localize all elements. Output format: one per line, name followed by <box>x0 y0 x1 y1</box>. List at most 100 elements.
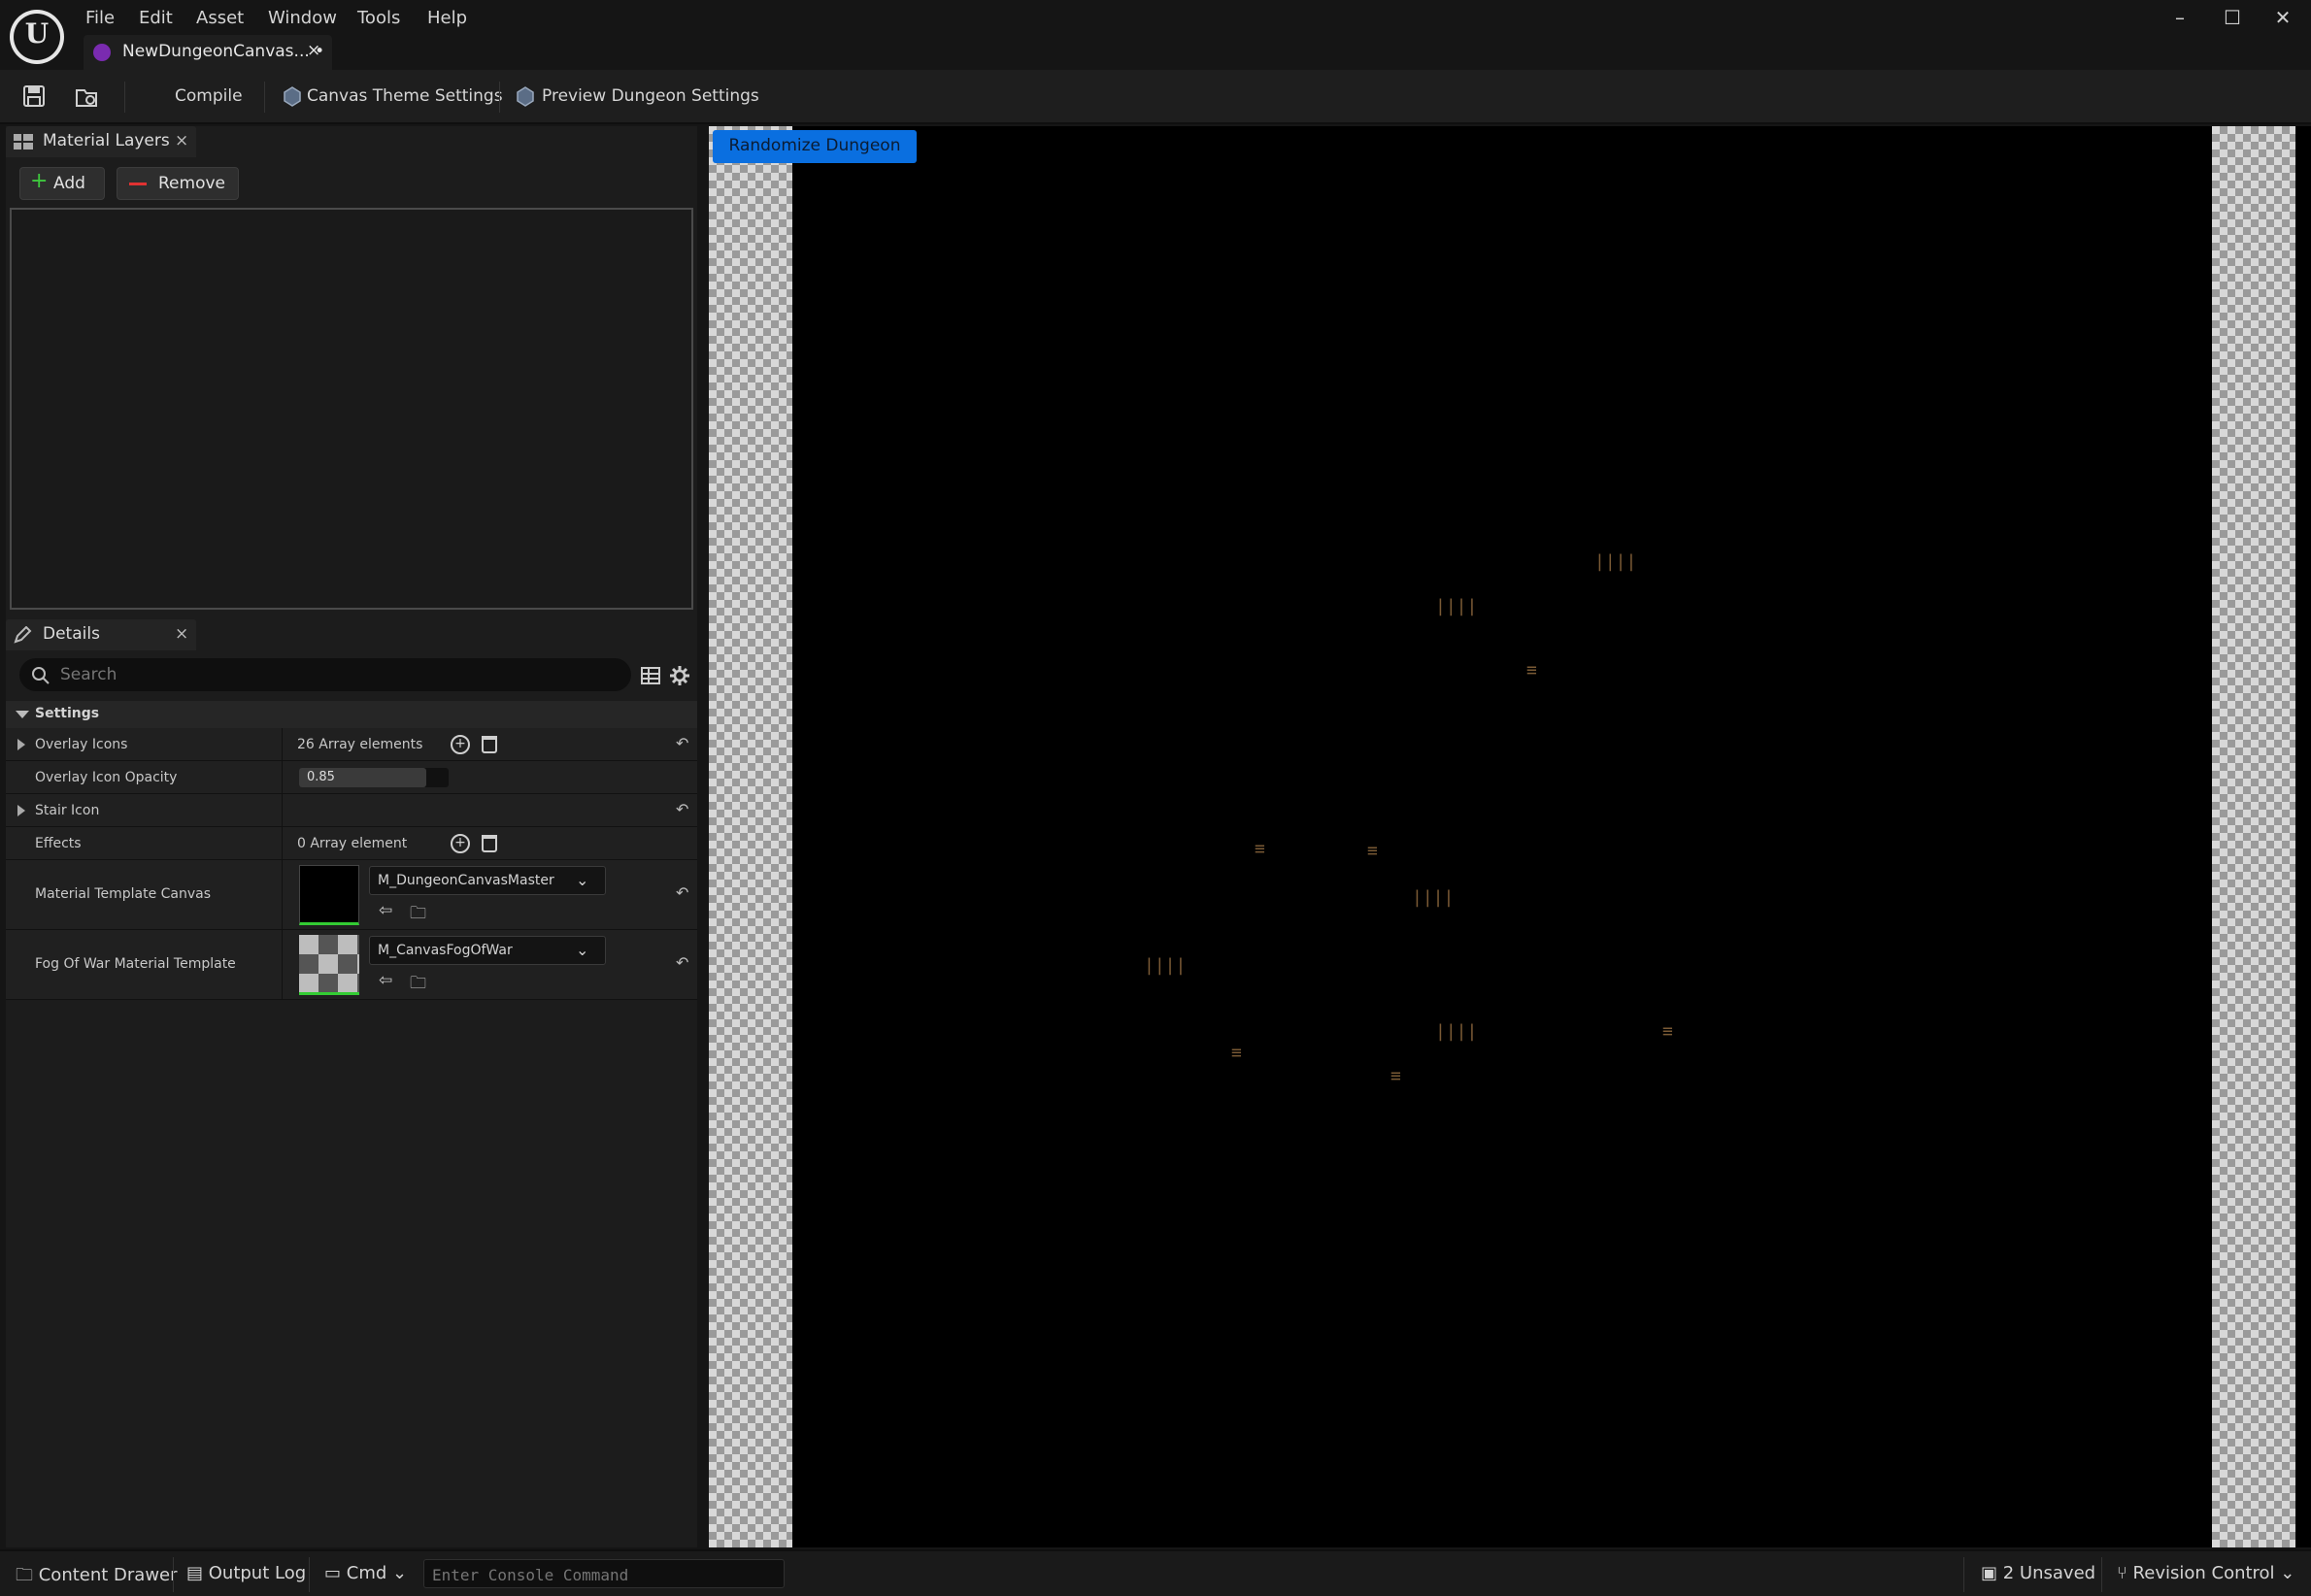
overlay-opacity-value: 0.85 <box>307 770 335 784</box>
preview-dungeon-settings-button[interactable]: Preview Dungeon Settings <box>542 86 759 106</box>
browse-asset-icon[interactable]: 🗀 <box>410 971 431 993</box>
dungeon-preview-viewport[interactable]: Randomize Dungeon |||| |||| ≡ ≡ ≡ |||| |… <box>709 126 2311 1547</box>
gear-icon[interactable] <box>670 666 689 685</box>
minimize-button[interactable]: – <box>2165 6 2194 35</box>
details-title: Details <box>43 624 100 644</box>
canvas-theme-settings-button[interactable]: Canvas Theme Settings <box>307 86 503 106</box>
close-window-button[interactable]: ✕ <box>2268 6 2297 35</box>
details-tab[interactable]: Details × <box>6 619 196 650</box>
layers-icon <box>14 134 33 150</box>
expand-arrow-icon[interactable] <box>17 739 25 750</box>
column-divider <box>282 860 283 929</box>
remove-layer-label: Remove <box>158 174 225 193</box>
overlay-opacity-label: Overlay Icon Opacity <box>35 770 178 785</box>
menu-asset[interactable]: Asset <box>196 8 244 28</box>
reset-to-default-icon[interactable]: ↶ <box>676 800 688 818</box>
menu-file[interactable]: File <box>85 8 115 28</box>
revision-control-label: Revision Control <box>2132 1563 2275 1583</box>
terminal-icon: ▭ <box>324 1563 342 1583</box>
add-layer-button[interactable]: + Add <box>19 167 105 200</box>
canvas-theme-icon <box>284 86 301 107</box>
status-bar: 🗀 Content Drawer ▤ Output Log ▭ Cmd ⌄ ▣ … <box>0 1549 2311 1596</box>
add-element-icon[interactable]: + <box>451 834 470 853</box>
column-divider <box>282 761 283 793</box>
reset-to-default-icon[interactable]: ↶ <box>676 953 688 972</box>
column-divider <box>282 827 283 859</box>
toolbar-divider <box>499 82 500 113</box>
pencil-icon <box>14 626 32 644</box>
output-log-button[interactable]: ▤ Output Log <box>186 1563 306 1583</box>
toolbar-divider <box>124 82 125 113</box>
stair-icon-label: Stair Icon <box>35 803 100 818</box>
remove-layer-button[interactable]: Remove <box>117 167 239 200</box>
output-log-label: Output Log <box>208 1563 307 1583</box>
material-layers-title: Material Layers <box>43 131 170 150</box>
use-selected-asset-icon[interactable]: ⇦ <box>379 971 400 992</box>
randomize-dungeon-button[interactable]: Randomize Dungeon <box>713 130 917 163</box>
stair-icon: |||| <box>1144 955 1187 976</box>
menu-help[interactable]: Help <box>427 8 467 28</box>
chevron-down-icon: ⌄ <box>2280 1563 2295 1583</box>
browse-asset-icon[interactable]: 🗀 <box>410 901 431 923</box>
effects-label: Effects <box>35 836 82 851</box>
cmd-label: Cmd <box>346 1563 387 1583</box>
stair-icon: ≡ <box>1526 660 1537 681</box>
status-divider <box>2101 1557 2102 1592</box>
expand-arrow-icon[interactable] <box>17 805 25 816</box>
reset-to-default-icon[interactable]: ↶ <box>676 883 688 902</box>
save-icon: ▣ <box>1981 1563 1998 1583</box>
editor-toolbar: Compile Canvas Theme Settings Preview Du… <box>0 70 2311 124</box>
revision-control-button[interactable]: ⑂ Revision Control ⌄ <box>2117 1563 2294 1583</box>
material-template-asset: M_DungeonCanvasMaster <box>378 873 554 888</box>
overlay-icons-value: 26 Array elements <box>297 737 423 752</box>
save-icon[interactable] <box>21 83 47 109</box>
document-tab-close-icon[interactable]: × <box>307 41 320 60</box>
use-selected-asset-icon[interactable]: ⇦ <box>379 901 400 922</box>
cmd-dropdown[interactable]: ▭ Cmd ⌄ <box>324 1563 407 1583</box>
add-layer-label: Add <box>53 174 85 193</box>
content-drawer-label: Content Drawer <box>38 1565 178 1585</box>
browse-asset-icon[interactable] <box>74 83 99 109</box>
plus-icon: + <box>30 169 49 193</box>
stair-icon: ≡ <box>1390 1066 1401 1086</box>
left-panel: Material Layers × + Add Remove Details × <box>6 126 697 1547</box>
fog-thumbnail[interactable] <box>299 935 359 995</box>
trash-icon[interactable] <box>482 736 497 753</box>
settings-category-label: Settings <box>35 706 100 721</box>
document-tab-label: NewDungeonCanvas... • <box>122 42 325 61</box>
document-tab[interactable]: NewDungeonCanvas... • × <box>84 35 332 70</box>
menu-tools[interactable]: Tools <box>357 8 400 28</box>
material-layers-tab[interactable]: Material Layers × <box>6 126 196 157</box>
chevron-down-icon <box>16 711 29 718</box>
unsaved-button[interactable]: ▣ 2 Unsaved <box>1981 1563 2095 1583</box>
maximize-button[interactable]: ☐ <box>2218 6 2247 35</box>
details-close-icon[interactable]: × <box>175 624 188 644</box>
overlay-opacity-row: Overlay Icon Opacity 0.85 <box>6 761 697 794</box>
content-drawer-button[interactable]: 🗀 Content Drawer <box>16 1563 178 1592</box>
settings-category-header[interactable]: Settings <box>6 701 697 728</box>
stair-icon: ≡ <box>1255 839 1265 859</box>
overlay-opacity-slider[interactable]: 0.85 <box>299 768 449 787</box>
add-element-icon[interactable]: + <box>451 735 470 754</box>
console-command-field[interactable] <box>423 1559 785 1588</box>
material-layer-list[interactable] <box>10 208 693 610</box>
trash-icon[interactable] <box>482 835 497 852</box>
overlay-icons-row: Overlay Icons 26 Array elements + ↶ <box>6 728 697 761</box>
column-divider <box>282 930 283 999</box>
folder-icon: 🗀 <box>16 1565 33 1585</box>
details-search-input[interactable] <box>60 662 614 687</box>
console-command-input[interactable] <box>432 1563 778 1586</box>
compile-button[interactable]: Compile <box>175 86 243 106</box>
checker-border-left <box>709 126 792 1547</box>
material-template-combo[interactable]: M_DungeonCanvasMaster ⌄ <box>369 866 606 895</box>
fog-of-war-combo[interactable]: M_CanvasFogOfWar ⌄ <box>369 936 606 965</box>
material-thumbnail[interactable] <box>299 865 359 925</box>
details-search[interactable] <box>19 658 631 691</box>
menu-window[interactable]: Window <box>268 8 337 28</box>
table-view-icon[interactable] <box>641 666 660 685</box>
reset-to-default-icon[interactable]: ↶ <box>676 734 688 752</box>
menu-edit[interactable]: Edit <box>139 8 173 28</box>
stair-icon: |||| <box>1594 551 1637 572</box>
overlay-icons-label: Overlay Icons <box>35 737 128 752</box>
material-layers-close-icon[interactable]: × <box>175 131 188 150</box>
